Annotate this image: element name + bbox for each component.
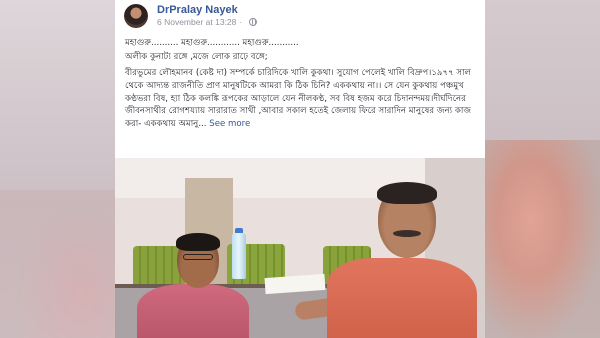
globe-icon[interactable] [249, 18, 258, 26]
photo-person-right-body [327, 258, 477, 338]
post-photo[interactable] [115, 158, 485, 338]
meta-separator: · [239, 17, 243, 27]
blur-right-photo [485, 140, 600, 338]
post-body: বীরভুমের লৌহমানব (কেষ্ট দা) সম্পর্কে চার… [125, 67, 477, 131]
post-body-text: বীরভুমের লৌহমানব (কেষ্ট দা) সম্পর্কে চার… [125, 68, 472, 130]
see-more-link[interactable]: See more [209, 119, 250, 129]
post-date[interactable]: 6 November at 13:28 [157, 17, 236, 27]
photo-person-left-hair [176, 233, 220, 251]
blur-left-photo [0, 190, 115, 338]
post-meta: 6 November at 13:28 · [157, 17, 258, 27]
photo-person-left-body [137, 284, 249, 338]
post-header: DrPralay Nayek 6 November at 13:28 · [115, 0, 485, 34]
avatar[interactable] [124, 4, 148, 28]
author-name[interactable]: DrPralay Nayek [157, 4, 238, 16]
photo-mustache [393, 230, 421, 237]
facebook-post: DrPralay Nayek 6 November at 13:28 · মহা… [115, 0, 485, 338]
photo-person-right-hair [377, 182, 437, 204]
photo-glasses [183, 254, 213, 260]
post-line-1: মহাগুরু.......... মহাগুরু............ মহ… [125, 38, 299, 48]
post-line-2: অলীক কুনাট্য রঙ্গে ,মজে লোক রাঢ়ে বঙ্গে; [125, 52, 268, 62]
photo-water-bottle [232, 233, 246, 279]
